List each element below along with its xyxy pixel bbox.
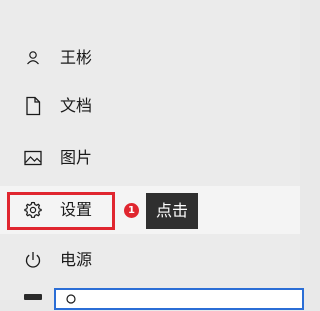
gear-icon	[22, 199, 44, 221]
step-number-badge: 1	[124, 203, 139, 218]
user-icon	[22, 47, 44, 69]
menu-item-documents[interactable]: 文档	[0, 82, 300, 130]
menu-item-label: 电源	[60, 250, 93, 269]
menu-item-pictures[interactable]: 图片	[0, 134, 300, 182]
pictures-icon	[22, 147, 44, 169]
search-icon	[64, 292, 78, 306]
search-input[interactable]	[54, 288, 304, 310]
menu-item-power[interactable]: 电源	[0, 236, 300, 284]
menu-item-label: 王彬	[60, 48, 93, 67]
document-icon	[22, 95, 44, 117]
menu-item-label: 图片	[60, 148, 93, 167]
menu-item-user-account[interactable]: 王彬	[0, 34, 300, 82]
menu-item-label: 设置	[60, 200, 93, 219]
start-menu-panel: 王彬 文档 图片 设置 电源	[0, 0, 300, 300]
taskbar-icon[interactable]	[24, 294, 42, 300]
menu-item-label: 文档	[60, 96, 93, 115]
click-callout-label: 点击	[146, 193, 199, 229]
power-icon	[22, 249, 44, 271]
